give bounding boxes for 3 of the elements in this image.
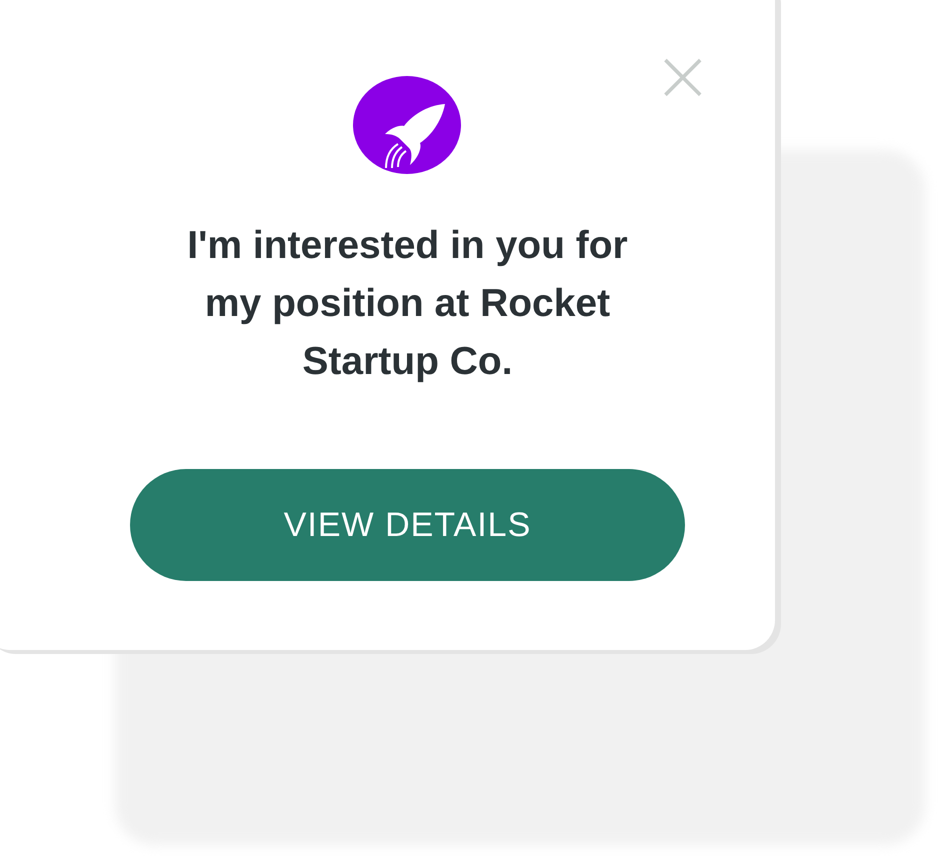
rocket-logo-icon	[352, 75, 462, 175]
view-details-button[interactable]: VIEW DETAILS	[130, 469, 685, 581]
message-heading: I'm interested in you for my position at Rocket Startup Co.	[186, 223, 629, 385]
